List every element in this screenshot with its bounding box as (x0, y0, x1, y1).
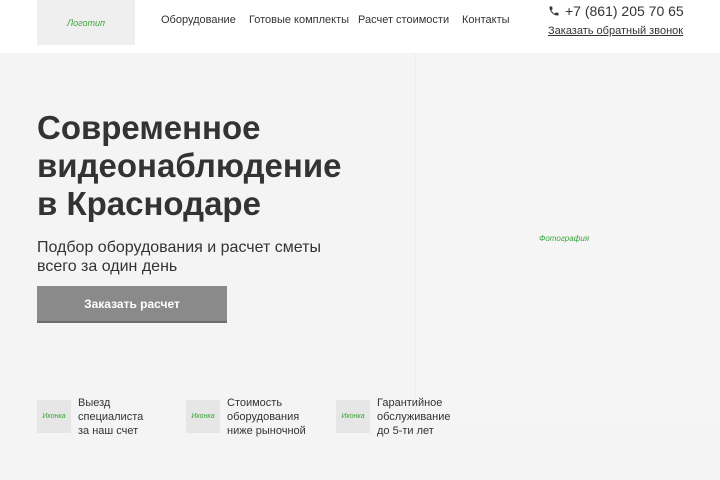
feature-icon-label: Иконка (42, 413, 66, 420)
feature-text-line: специалиста (78, 411, 144, 423)
feature-text: Гарантийное обслуживание до 5-ти лет (377, 396, 451, 438)
feature-item: Иконка Выезд специалиста за наш счет (37, 396, 167, 438)
feature-text-line: оборудования (227, 411, 300, 423)
feature-icon: Иконка (37, 400, 71, 433)
photo-label: Фотография (539, 234, 590, 243)
feature-text-line: Выезд (78, 397, 111, 409)
callback-link[interactable]: Заказать обратный звонок (548, 25, 683, 37)
hero-subtitle-line: Подбор оборудования и расчет сметы (37, 239, 321, 256)
feature-icon-label: Иконка (341, 413, 365, 420)
phone-block[interactable]: +7 (861) 205 70 65 (548, 3, 684, 19)
feature-text-line: до 5-ти лет (377, 425, 434, 437)
feature-text-line: обслуживание (377, 411, 451, 423)
phone-icon (549, 6, 559, 16)
nav-item-pricing[interactable]: Расчет стоимости (358, 14, 449, 26)
nav-item-equipment[interactable]: Оборудование (161, 14, 236, 26)
hero-title: Современное видеонаблюдение в Краснодаре (37, 109, 341, 223)
logo-label: Логотип (67, 17, 105, 28)
phone-number: +7 (861) 205 70 65 (565, 3, 684, 19)
order-calculation-button[interactable]: Заказать расчет (37, 286, 227, 323)
feature-icon-label: Иконка (191, 413, 215, 420)
feature-text-line: за наш счет (78, 425, 139, 437)
feature-icon: Иконка (186, 400, 220, 433)
hero-title-line: видеонаблюдение (37, 147, 342, 184)
logo-placeholder[interactable]: Логотип (37, 0, 135, 45)
feature-item: Иконка Стоимость оборудования ниже рыноч… (186, 396, 326, 438)
site-header: Логотип Оборудование Готовые комплекты Р… (0, 0, 720, 53)
nav-item-contacts[interactable]: Контакты (462, 14, 510, 26)
feature-text-line: Стоимость (227, 397, 283, 409)
nav-item-kits[interactable]: Готовые комплекты (249, 14, 349, 26)
hero-subtitle-line: всего за один день (37, 258, 178, 275)
feature-text-line: Гарантийное (377, 397, 443, 409)
feature-text: Выезд специалиста за наш счет (78, 396, 143, 438)
hero-title-line: Современное (37, 109, 261, 146)
hero-title-line: в Краснодаре (37, 185, 261, 222)
feature-icon: Иконка (336, 400, 370, 433)
feature-text: Стоимость оборудования ниже рыночной (227, 396, 306, 438)
hero-subtitle: Подбор оборудования и расчет сметы всего… (37, 238, 321, 276)
feature-item: Иконка Гарантийное обслуживание до 5-ти … (336, 396, 476, 438)
feature-text-line: ниже рыночной (227, 425, 306, 437)
